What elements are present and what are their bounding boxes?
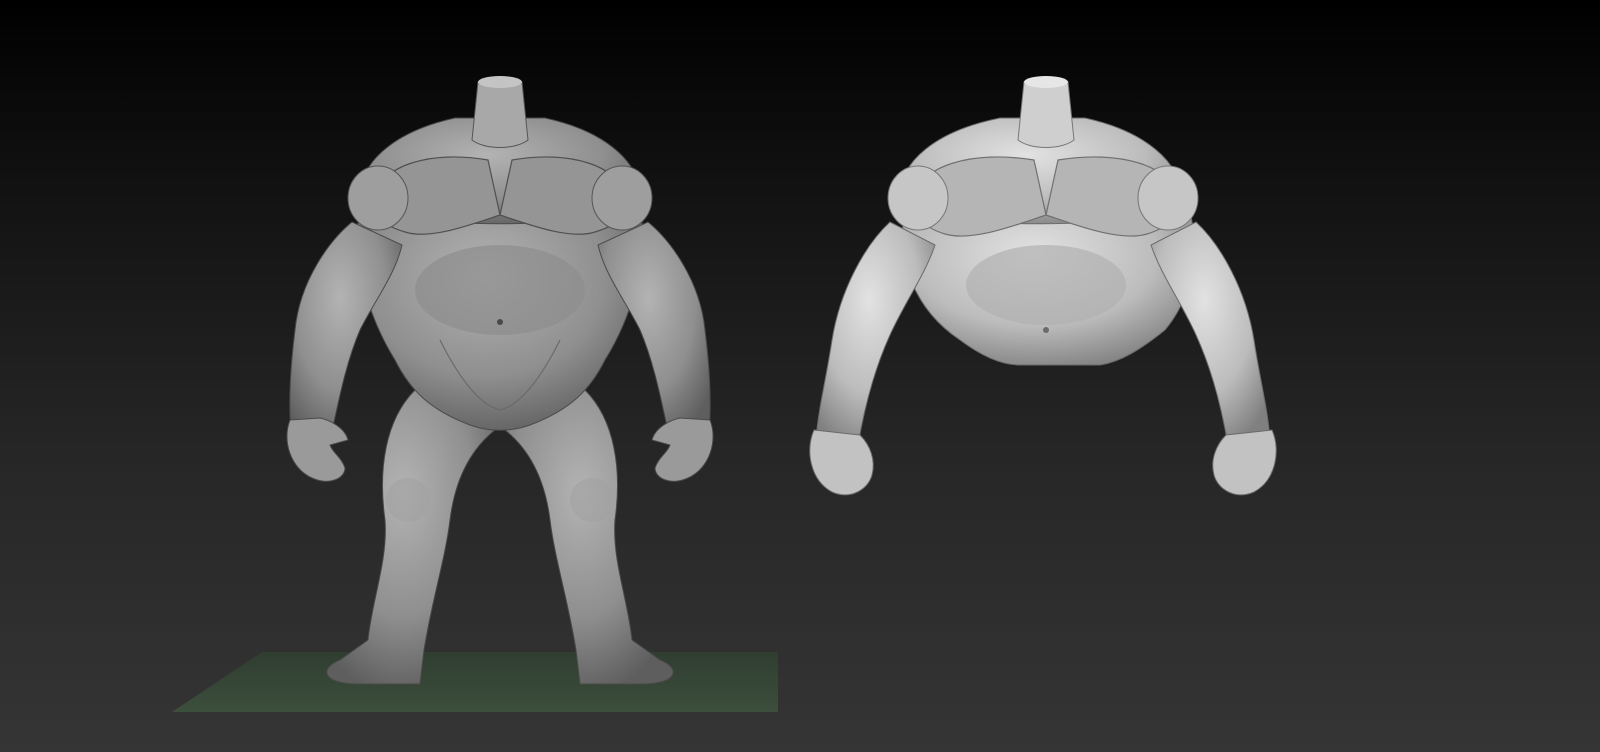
- sculpt-upper-body-icon[interactable]: [809, 76, 1277, 496]
- ground-plane: [172, 652, 778, 712]
- navel: [1043, 327, 1049, 333]
- navel: [497, 319, 503, 325]
- viewport-scene: [172, 76, 1277, 712]
- sculpt-full-body-icon[interactable]: [286, 76, 714, 685]
- 3d-viewport[interactable]: [0, 0, 1600, 752]
